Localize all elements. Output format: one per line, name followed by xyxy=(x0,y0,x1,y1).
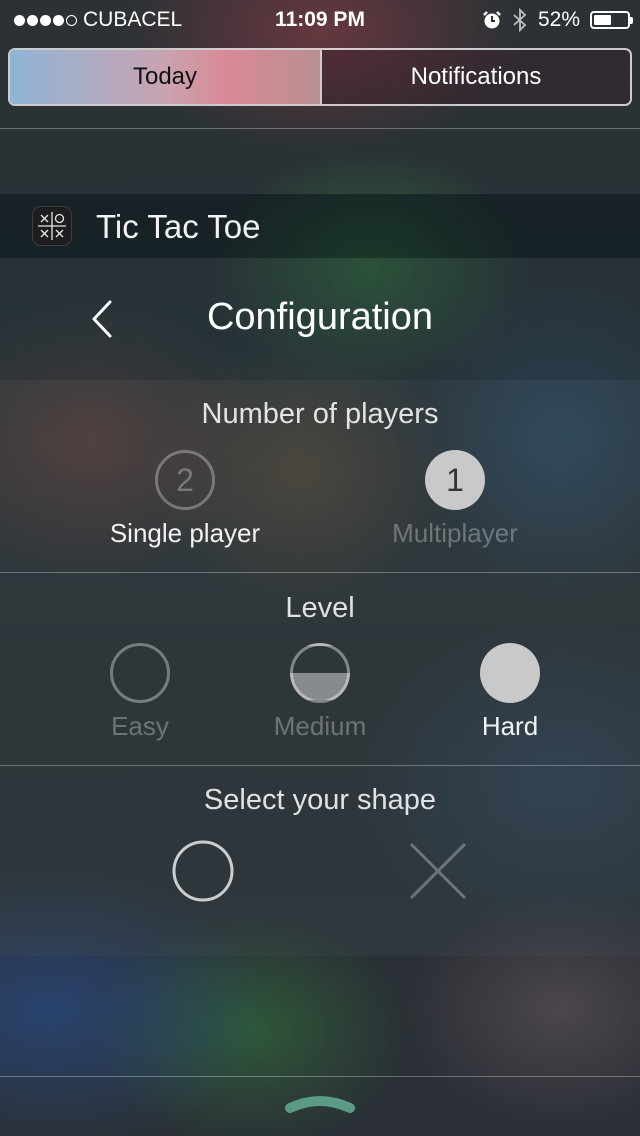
widget-app-title: Tic Tac Toe xyxy=(96,208,261,245)
single-player-label: Single player xyxy=(109,518,261,548)
status-bar: CUBACEL 11:09 PM 52% xyxy=(0,0,640,40)
level-easy-label: Easy xyxy=(111,711,169,741)
battery-percent: 52% xyxy=(537,8,580,31)
multiplayer-label: Multiplayer xyxy=(392,518,518,548)
bluetooth-icon xyxy=(513,8,527,32)
tab-notifications[interactable]: Notifications xyxy=(320,50,630,104)
level-medium-option[interactable]: Medium xyxy=(250,643,390,742)
circle-shape-icon xyxy=(172,840,234,902)
multiplayer-option[interactable]: 1 Multiplayer xyxy=(365,450,545,549)
divider xyxy=(0,128,640,129)
chevron-up-handle-icon xyxy=(285,1096,355,1113)
full-circle-icon xyxy=(480,643,540,703)
today-notifications-switcher: Today Notifications xyxy=(8,48,632,106)
battery-icon xyxy=(590,11,633,29)
widget-header: Tic Tac Toe xyxy=(0,194,640,258)
tab-today[interactable]: Today xyxy=(10,50,320,104)
widget-body: Configuration Number of players 2 Single… xyxy=(0,258,640,956)
cross-shape-icon xyxy=(409,842,467,900)
shape-cross-option[interactable] xyxy=(405,838,471,904)
players-section-title: Number of players xyxy=(201,398,439,430)
shape-section-title: Select your shape xyxy=(203,784,437,816)
configuration-nav-bar: Configuration xyxy=(0,258,640,380)
level-medium-label: Medium xyxy=(273,711,367,741)
shape-circle-option[interactable] xyxy=(170,838,236,904)
badge-1: 1 xyxy=(425,450,485,510)
notification-center-grabber[interactable] xyxy=(284,1092,356,1116)
divider xyxy=(0,765,640,766)
single-player-option[interactable]: 2 Single player xyxy=(95,450,275,549)
divider xyxy=(0,1076,640,1077)
badge-2: 2 xyxy=(155,450,215,510)
empty-circle-icon xyxy=(110,643,170,703)
tic-tac-toe-app-icon xyxy=(32,206,72,246)
alarm-icon xyxy=(483,11,501,29)
level-hard-label: Hard xyxy=(481,711,539,741)
level-section-title: Level xyxy=(285,592,355,624)
level-easy-option[interactable]: Easy xyxy=(80,643,200,742)
level-hard-option[interactable]: Hard xyxy=(450,643,570,742)
status-right-icons: 52% xyxy=(482,8,633,32)
page-title: Configuration xyxy=(206,296,434,338)
half-circle-icon xyxy=(290,643,350,703)
divider xyxy=(0,572,640,573)
